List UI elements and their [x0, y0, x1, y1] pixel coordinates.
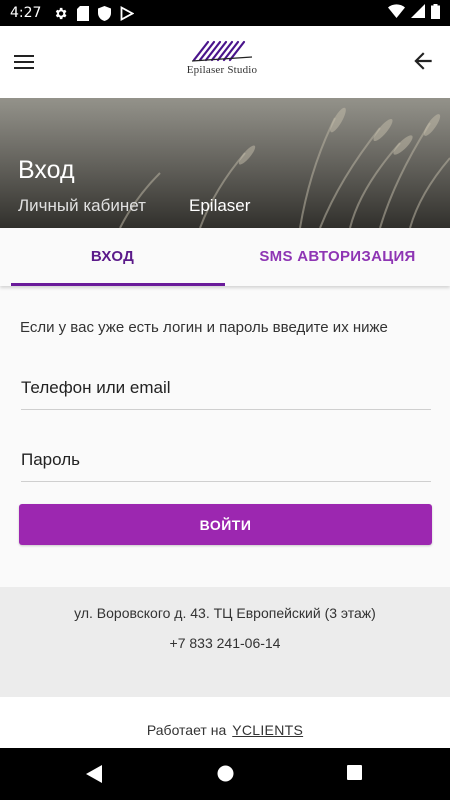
brand-logo: Epilaser Studio — [170, 38, 274, 84]
login-field — [21, 370, 431, 410]
menu-icon[interactable] — [14, 50, 38, 74]
nav-back-icon[interactable] — [86, 765, 102, 788]
back-arrow-icon[interactable] — [410, 48, 436, 74]
nav-recents-icon[interactable] — [347, 765, 362, 785]
page-subtitle: Личный кабинет — [18, 196, 146, 215]
logo-strokes-icon — [191, 40, 253, 62]
tab-indicator — [11, 283, 225, 286]
hero-banner: Вход Личный кабинет Epilaser — [0, 98, 450, 228]
sd-card-icon — [77, 5, 90, 21]
tab-sms-auth[interactable]: SMS АВТОРИЗАЦИЯ — [225, 228, 450, 286]
settings-icon — [53, 6, 68, 21]
powered-by: Работает на YCLIENTS — [0, 697, 450, 748]
address-text: ул. Воровского д. 43. ТЦ Европейский (3 … — [74, 605, 376, 621]
yclients-link[interactable]: YCLIENTS — [232, 722, 303, 738]
auth-tabs: ВХОД SMS АВТОРИЗАЦИЯ — [0, 228, 450, 286]
nav-home-icon[interactable] — [217, 765, 234, 787]
tab-sms-auth-label: SMS АВТОРИЗАЦИЯ — [259, 248, 416, 265]
shield-icon — [98, 5, 112, 21]
phone-or-email-input[interactable] — [21, 370, 431, 398]
tab-login[interactable]: ВХОД — [0, 228, 225, 286]
login-button-label: ВОЙТИ — [199, 516, 252, 533]
powered-by-prefix: Работает на — [146, 722, 227, 738]
system-nav-bar — [0, 748, 450, 800]
clock: 4:27 — [10, 5, 42, 21]
status-bar: 4:27 — [0, 0, 450, 26]
wifi-icon — [388, 4, 405, 22]
battery-icon — [431, 3, 440, 23]
contact-info: ул. Воровского д. 43. ТЦ Европейский (3 … — [0, 587, 450, 697]
brand-name: Epilaser Studio — [186, 64, 258, 76]
login-button[interactable]: ВОЙТИ — [19, 504, 432, 545]
company-name: Epilaser — [189, 196, 251, 215]
login-intro-text: Если у вас уже есть логин и пароль введи… — [20, 319, 388, 336]
page-title: Вход — [18, 156, 75, 184]
phone-text[interactable]: +7 833 241-06-14 — [0, 635, 450, 651]
app-bar: Epilaser Studio — [0, 26, 450, 98]
signal-icon — [411, 4, 425, 22]
password-field — [21, 442, 431, 482]
play-store-icon — [120, 5, 135, 21]
password-input[interactable] — [21, 442, 431, 470]
tab-login-label: ВХОД — [90, 248, 135, 265]
